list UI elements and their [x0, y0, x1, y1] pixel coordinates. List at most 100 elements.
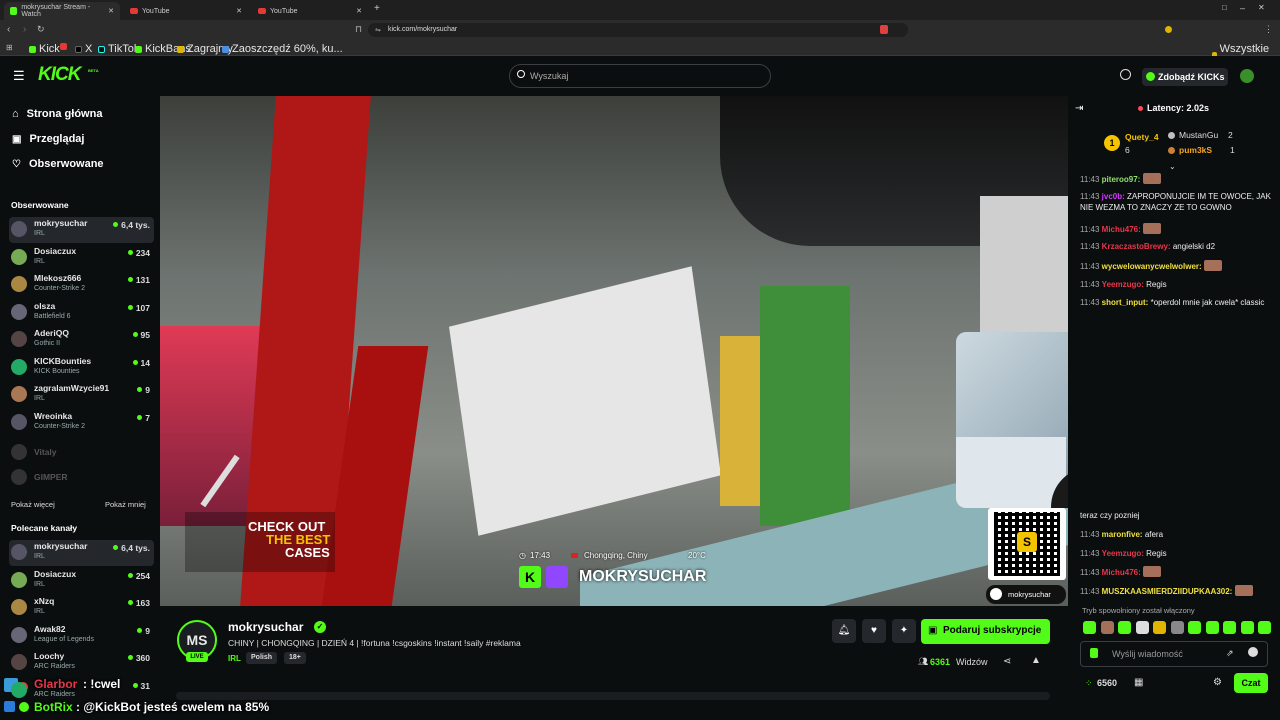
- show-more-button[interactable]: Pokaż więcej: [11, 500, 55, 509]
- new-tab-button[interactable]: +: [374, 3, 380, 14]
- sidebar-channel-offline[interactable]: GIMPER: [9, 465, 154, 491]
- emote-picker-icon[interactable]: [1240, 621, 1254, 634]
- bookmark-icon[interactable]: ⊓: [355, 24, 362, 35]
- chat-username[interactable]: wycwelowanycwelwolwer:: [1102, 262, 1202, 271]
- notification-bell-button[interactable]: 🔔︎: [832, 619, 856, 643]
- search-input[interactable]: Wyszukaj: [509, 64, 771, 88]
- tab-youtube-1[interactable]: YouTube ✕: [124, 2, 248, 20]
- emote-picker-icon[interactable]: [1100, 621, 1114, 634]
- gift-subscription-button[interactable]: Podaruj subskrypcje: [921, 619, 1050, 644]
- channel-avatar: [11, 331, 27, 347]
- calendar-icon[interactable]: ▦: [1134, 677, 1143, 688]
- leaderboard-name-3[interactable]: pum3kS: [1179, 145, 1212, 155]
- shortcut-icon[interactable]: ⇗: [1226, 648, 1234, 659]
- sidebar-channel[interactable]: olsza Battlefield 6 107: [9, 300, 154, 326]
- stream-category[interactable]: IRL: [228, 654, 241, 663]
- sidebar-channel[interactable]: Awak82 League of Legends 9: [9, 623, 154, 649]
- collapse-chat-icon[interactable]: ⇥: [1075, 103, 1083, 114]
- emote-picker-icon[interactable]: [1135, 621, 1149, 634]
- tab-youtube-2[interactable]: YouTube ✕: [252, 2, 368, 20]
- channel-points[interactable]: 6560: [1097, 678, 1117, 688]
- tag-language[interactable]: Polish: [246, 652, 278, 664]
- sidebar-channel[interactable]: AderiQQ Gothic II 95: [9, 327, 154, 353]
- expand-leaderboard-icon[interactable]: ⌄: [1169, 162, 1176, 171]
- reload-icon[interactable]: ↻: [37, 24, 45, 35]
- chat-username[interactable]: maronfive:: [1102, 530, 1143, 539]
- tab-kick[interactable]: mokrysuchar Stream - Watch ✕: [4, 2, 120, 20]
- chat-username[interactable]: Yeemzugo:: [1102, 280, 1144, 289]
- apps-icon[interactable]: ⊞: [6, 43, 13, 52]
- bookmark-tiktok[interactable]: TikTok: [98, 43, 139, 55]
- emote-picker-icon[interactable]: [1258, 621, 1271, 634]
- follow-button[interactable]: ♥: [862, 619, 886, 643]
- sidebar-channel[interactable]: Loochy ARC Raiders 360: [9, 650, 154, 676]
- chat-username[interactable]: KrzaczastoBrewy:: [1102, 242, 1171, 251]
- emote-picker-icon[interactable]: [1188, 621, 1201, 634]
- emote-picker-icon[interactable]: [1083, 621, 1096, 634]
- notifications-icon[interactable]: [1120, 69, 1131, 80]
- chat-message: 11:43 MUSZKAASMIERDZIIDUPKAA302:: [1080, 585, 1272, 597]
- bookmark-x[interactable]: X: [75, 43, 92, 55]
- emote-picker-icon[interactable]: [1118, 621, 1131, 634]
- emote-picker-icon[interactable]: [1223, 621, 1236, 634]
- bookmark-youtube[interactable]: [60, 43, 67, 50]
- emoji-icon[interactable]: [1248, 647, 1258, 657]
- hamburger-menu-icon[interactable]: ☰: [13, 68, 25, 84]
- sidebar-channel[interactable]: KICKBounties KICK Bounties 14: [9, 355, 154, 381]
- extension-icon[interactable]: [1165, 26, 1172, 33]
- chat-username[interactable]: Yeemzugo:: [1102, 549, 1144, 558]
- sidebar-channel[interactable]: Mlekosz666 Counter-Strike 2 131: [9, 272, 154, 298]
- chat-username[interactable]: piteroo97:: [1102, 175, 1141, 184]
- channel-avatar: [11, 681, 27, 698]
- streamer-name[interactable]: mokrysuchar: [228, 620, 303, 634]
- heart-icon: ♥: [871, 625, 877, 636]
- report-icon[interactable]: ▲: [1031, 655, 1041, 666]
- sidebar-channel[interactable]: mokrysuchar IRL 6,4 tys.: [9, 540, 154, 566]
- sidebar-channel[interactable]: Wreoinka Counter-Strike 2 7: [9, 410, 154, 436]
- bookmark-kick[interactable]: Kick: [29, 43, 60, 55]
- back-icon[interactable]: ‹: [7, 24, 10, 35]
- url-field[interactable]: kick.com/mokrysuchar: [368, 23, 908, 37]
- leaderboard-name-2[interactable]: MustanGu: [1179, 130, 1218, 140]
- share-icon[interactable]: ⋖: [1003, 656, 1011, 667]
- sidebar-channel[interactable]: mokrysuchar IRL 6,4 tys.: [9, 217, 154, 243]
- bookmark-deal[interactable]: Zaoszczędź 60%, ku...: [222, 43, 343, 55]
- show-less-button[interactable]: Pokaż mniej: [105, 500, 146, 509]
- forward-icon[interactable]: ›: [23, 24, 26, 35]
- chat-input[interactable]: Wyślij wiadomość: [1080, 641, 1268, 667]
- recommended-heading: Polecane kanały: [11, 523, 78, 533]
- kick-logo[interactable]: KICK: [38, 64, 81, 86]
- sidebar-channel[interactable]: xNzq IRL 163: [9, 595, 154, 621]
- chat-username[interactable]: MUSZKAASMIERDZIIDUPKAA302:: [1102, 587, 1233, 596]
- menu-icon[interactable]: ⋮: [1264, 24, 1273, 35]
- tag-age[interactable]: 18+: [284, 652, 306, 664]
- sidebar-channel[interactable]: Dosiaczux IRL 254: [9, 568, 154, 594]
- chat-username[interactable]: Michu476:: [1102, 568, 1141, 577]
- leaderboard-name-1[interactable]: Quety_4: [1125, 132, 1159, 142]
- user-avatar[interactable]: [1240, 69, 1254, 83]
- site-info-icon[interactable]: ⇋: [375, 26, 381, 34]
- emote-picker-icon[interactable]: [1170, 621, 1184, 634]
- chat-username[interactable]: jvc0b:: [1102, 192, 1125, 201]
- maximize-button[interactable]: □: [1222, 3, 1227, 12]
- chat-username[interactable]: Michu476:: [1102, 225, 1141, 234]
- chat-username[interactable]: short_input:: [1102, 298, 1149, 307]
- sidebar-channel[interactable]: Dosiaczux IRL 234: [9, 245, 154, 271]
- brave-shield-icon[interactable]: [880, 25, 888, 34]
- send-chat-button[interactable]: Czat: [1234, 673, 1268, 693]
- emote-picker-icon[interactable]: [1205, 621, 1219, 634]
- nav-following[interactable]: ♡ Obserwowane: [12, 158, 104, 170]
- nav-browse[interactable]: ▣ Przeglądaj: [12, 133, 84, 145]
- sidebar-channel[interactable]: zagralamWzycie91 IRL 9: [9, 382, 154, 408]
- chat-timestamp: 11:43: [1080, 530, 1100, 539]
- channel-category: IRL: [34, 230, 45, 237]
- sidebar-channel-offline[interactable]: Vitaly: [9, 440, 154, 466]
- emote-picker-icon[interactable]: [1153, 621, 1166, 634]
- settings-icon[interactable]: ⚙: [1213, 677, 1222, 688]
- sidebar-channel[interactable]: ARC Raiders 31: [9, 678, 154, 704]
- close-window-button[interactable]: ✕: [1258, 3, 1265, 12]
- nav-home[interactable]: ⌂ Strona główna: [12, 108, 102, 120]
- boost-button[interactable]: ✦: [892, 619, 916, 643]
- minimize-button[interactable]: –: [1240, 3, 1245, 13]
- channel-viewers: 163: [128, 598, 150, 608]
